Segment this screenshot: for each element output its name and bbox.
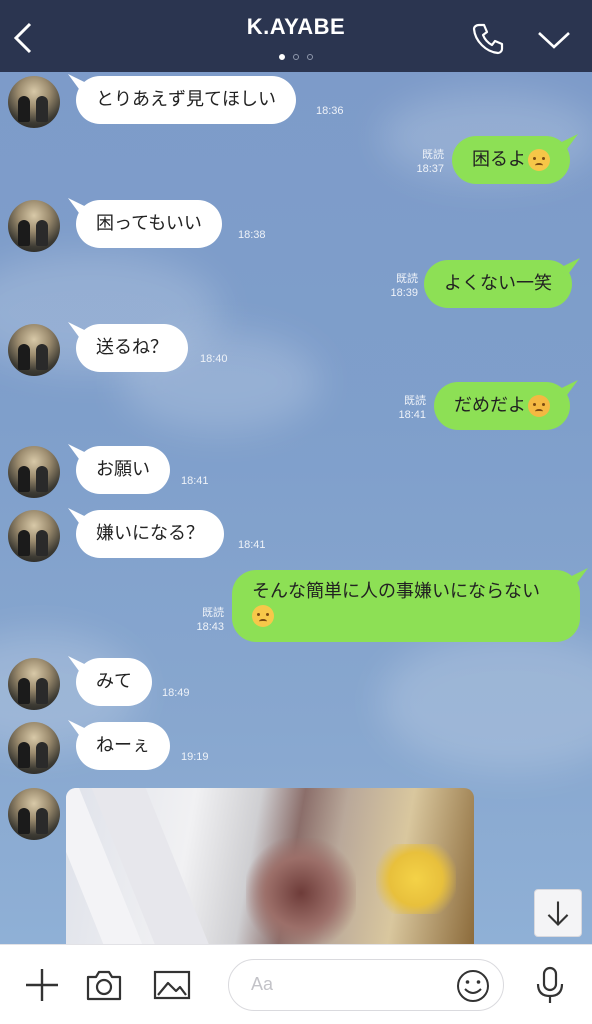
tired-face-emoji-icon xyxy=(528,149,550,171)
sender-avatar[interactable] xyxy=(8,200,60,252)
read-label: 既読 xyxy=(422,149,444,161)
message-bubble-outgoing[interactable]: よくない一笑 xyxy=(424,260,572,308)
chevron-down-icon[interactable] xyxy=(536,26,572,54)
camera-icon[interactable] xyxy=(84,965,124,1005)
message-list[interactable]: とりあえず見てほしい 18:36 既読 18:37 困るよ 困ってもいい 18:… xyxy=(0,72,592,944)
message-time: 18:40 xyxy=(200,353,228,365)
sender-avatar[interactable] xyxy=(8,788,60,840)
composer-bar: Aa xyxy=(0,944,592,1024)
photo-message[interactable] xyxy=(66,788,474,944)
message-time: 18:49 xyxy=(162,687,190,699)
confounded-face-emoji-icon xyxy=(528,395,550,417)
message-bubble-incoming[interactable]: ねーぇ xyxy=(76,722,170,770)
phone-icon[interactable] xyxy=(470,20,506,56)
sender-avatar[interactable] xyxy=(8,658,60,710)
read-receipt: 既読 18:39 xyxy=(374,272,418,300)
smiley-icon[interactable] xyxy=(455,968,491,1004)
read-label: 既読 xyxy=(202,607,224,619)
read-label: 既読 xyxy=(396,273,418,285)
message-time: 18:36 xyxy=(316,105,344,117)
message-text: 困るよ xyxy=(472,149,526,170)
sender-avatar[interactable] xyxy=(8,510,60,562)
message-time: 18:37 xyxy=(416,163,444,175)
message-bubble-outgoing[interactable]: そんな簡単に人の事嫌いにならない xyxy=(232,570,580,642)
read-receipt: 既読 18:43 xyxy=(180,606,224,634)
message-time: 18:41 xyxy=(238,539,266,551)
plus-icon[interactable] xyxy=(22,965,62,1005)
page-dot xyxy=(293,54,299,60)
message-input-placeholder: Aa xyxy=(251,974,274,994)
sender-avatar[interactable] xyxy=(8,324,60,376)
sender-avatar[interactable] xyxy=(8,446,60,498)
chat-header: K.AYABE xyxy=(0,0,592,72)
relieved-face-emoji-icon xyxy=(252,605,274,627)
message-time: 18:43 xyxy=(196,621,224,633)
message-bubble-outgoing[interactable]: だめだよ xyxy=(434,382,570,430)
read-label: 既読 xyxy=(404,395,426,407)
page-dot xyxy=(307,54,313,60)
message-bubble-incoming[interactable]: 嫌いになる？ xyxy=(76,510,224,558)
message-bubble-incoming[interactable]: 困ってもいい xyxy=(76,200,222,248)
image-icon[interactable] xyxy=(152,965,192,1005)
sender-avatar[interactable] xyxy=(8,76,60,128)
message-text: だめだよ xyxy=(454,395,526,416)
read-receipt: 既読 18:41 xyxy=(382,394,426,422)
scroll-down-button[interactable] xyxy=(534,889,582,937)
message-time: 18:38 xyxy=(238,229,266,241)
message-time: 18:41 xyxy=(181,475,209,487)
message-bubble-incoming[interactable]: みて xyxy=(76,658,152,706)
message-bubble-incoming[interactable]: お願い xyxy=(76,446,170,494)
message-time: 18:39 xyxy=(390,287,418,299)
message-bubble-incoming[interactable]: 送るね？ xyxy=(76,324,188,372)
read-receipt: 既読 18:37 xyxy=(400,148,444,176)
message-bubble-incoming[interactable]: とりあえず見てほしい xyxy=(76,76,296,124)
message-time: 18:41 xyxy=(398,409,426,421)
message-text: そんな簡単に人の事嫌いにならない xyxy=(252,581,540,602)
message-bubble-outgoing[interactable]: 困るよ xyxy=(452,136,570,184)
page-dot-active xyxy=(279,54,285,60)
microphone-icon[interactable] xyxy=(530,965,570,1005)
message-time: 19:19 xyxy=(181,751,209,763)
message-input[interactable]: Aa xyxy=(228,959,504,1011)
sender-avatar[interactable] xyxy=(8,722,60,774)
